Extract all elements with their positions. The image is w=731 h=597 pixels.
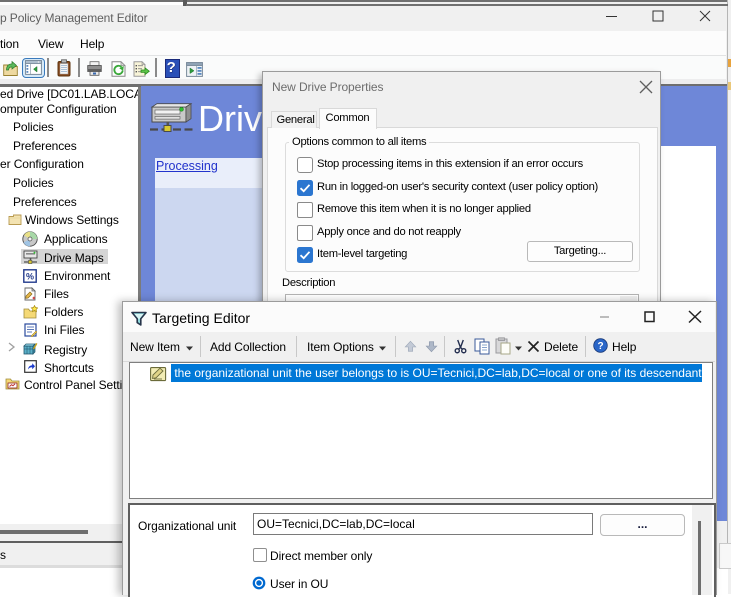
svg-text:%: % bbox=[26, 272, 34, 282]
svg-text:?: ? bbox=[597, 341, 603, 352]
